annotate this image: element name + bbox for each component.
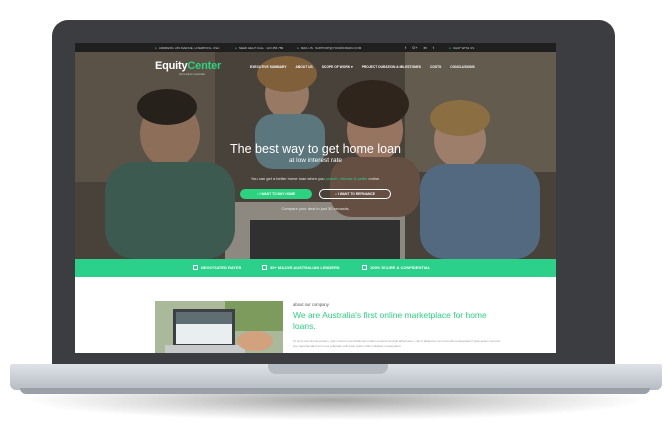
buy-home-button[interactable]: ⌂ I WANT TO BUY HOME [240,189,312,199]
chat-icon: ● [449,46,451,50]
about-laptop-image [155,301,283,353]
desc-after: online. [368,176,381,181]
mail-text: MAIL US : SUPPORT@YOURDOMAIN.COM [300,46,362,50]
about-label: about our company [293,302,329,307]
feature-lenders: 30+ MAJOR AUSTRALIAN LENDERS [262,265,340,270]
google-plus-icon[interactable]: G+ [412,45,417,50]
social-links: f G+ in t [405,45,434,50]
mail-icon: ● [297,46,299,50]
helpline-text: NEED HELP CALL : 123 456 789 [238,46,284,50]
feature-label: 100% SCURE & CONFIDENTIAL [370,265,431,270]
address-text: ADDRESS: 245 AVENUE, LIVERPOOL, USA [158,46,220,50]
document-icon [362,265,367,270]
twitter-icon[interactable]: t [433,45,434,50]
lock-icon [262,265,267,270]
laptop-notch [268,364,388,374]
top-contact-bar: ● ADDRESS: 245 AVENUE, LIVERPOOL, USA ● NE… [75,43,556,52]
feature-label: 30+ MAJOR AUSTRALIAN LENDERS [270,265,340,270]
main-navigation: EquityCenter home loans in australia EXE… [75,52,556,80]
desc-before: You can get a better home loan when you [250,176,325,181]
refinance-label: I WANT TO REFINANCE [337,192,376,196]
nav-item-scope-of-work[interactable]: SCOPE OF WORK ▾ [322,65,353,69]
linkedin-icon[interactable]: in [424,45,427,50]
about-title: We are Australia's first online marketpl… [293,310,487,331]
about-section: about our company We are Australia's fir… [75,277,556,353]
features-bar: NEGOTIATED RATES 30+ MAJOR AUSTRALIAN LE… [75,259,556,277]
laptop-screen: ● ADDRESS: 245 AVENUE, LIVERPOOL, USA ● NE… [75,43,556,353]
nav-item-costs[interactable]: COSTS [430,65,441,69]
hero-section: EquityCenter home loans in australia EXE… [75,52,556,259]
nav-item-executive-summary[interactable]: EXECUTIVE SUMMARY [250,65,287,69]
location-icon: ● [155,46,157,50]
logo-tagline: home loans in australia [179,73,205,76]
about-text: Ut enim ad minima veniam, quis nostrum e… [293,339,501,348]
nav-item-conclusions[interactable]: CONCLUSIONS [450,65,474,69]
chat-link[interactable]: ● CHAT WITH US [449,46,474,50]
chat-text: CHAT WITH US [452,46,475,50]
helpline-info[interactable]: ● NEED HELP CALL : 123 456 789 [235,46,283,50]
logo[interactable]: EquityCenter [155,60,221,72]
compare-text: Compare your deal in just 30 seconds. [281,206,350,211]
desc-highlight: search, choose & settle [325,176,368,181]
feature-secure: 100% SCURE & CONFIDENTIAL [362,265,430,270]
laptop-base-edge [20,388,650,394]
buy-home-label: I WANT TO BUY HOME [259,192,296,196]
nav-item-project-duration[interactable]: PROJECT DURATION & MILESTONES [362,65,421,69]
nav-menu: EXECUTIVE SUMMARY ABOUT US SCOPE OF WORK… [250,65,475,69]
hero-description: You can get a better home loan when you … [75,176,556,181]
hero-subtitle: at low interest rate [288,157,343,164]
facebook-icon[interactable]: f [405,45,406,50]
rates-icon [193,265,198,270]
logo-accent-text: Center [187,60,222,72]
feature-label: NEGOTIATED RATES [201,265,242,270]
mail-info[interactable]: ● MAIL US : SUPPORT@YOURDOMAIN.COM [297,46,361,50]
hero-title: The best way to get home loan [230,142,401,156]
address-info: ● ADDRESS: 245 AVENUE, LIVERPOOL, USA [155,46,219,50]
feature-negotiated-rates: NEGOTIATED RATES [193,265,241,270]
refinance-button[interactable]: ⌂ I WANT TO REFINANCE [319,189,391,199]
logo-main-text: Equity [155,60,188,72]
nav-item-about-us[interactable]: ABOUT US [296,65,313,69]
phone-icon: ● [235,46,237,50]
